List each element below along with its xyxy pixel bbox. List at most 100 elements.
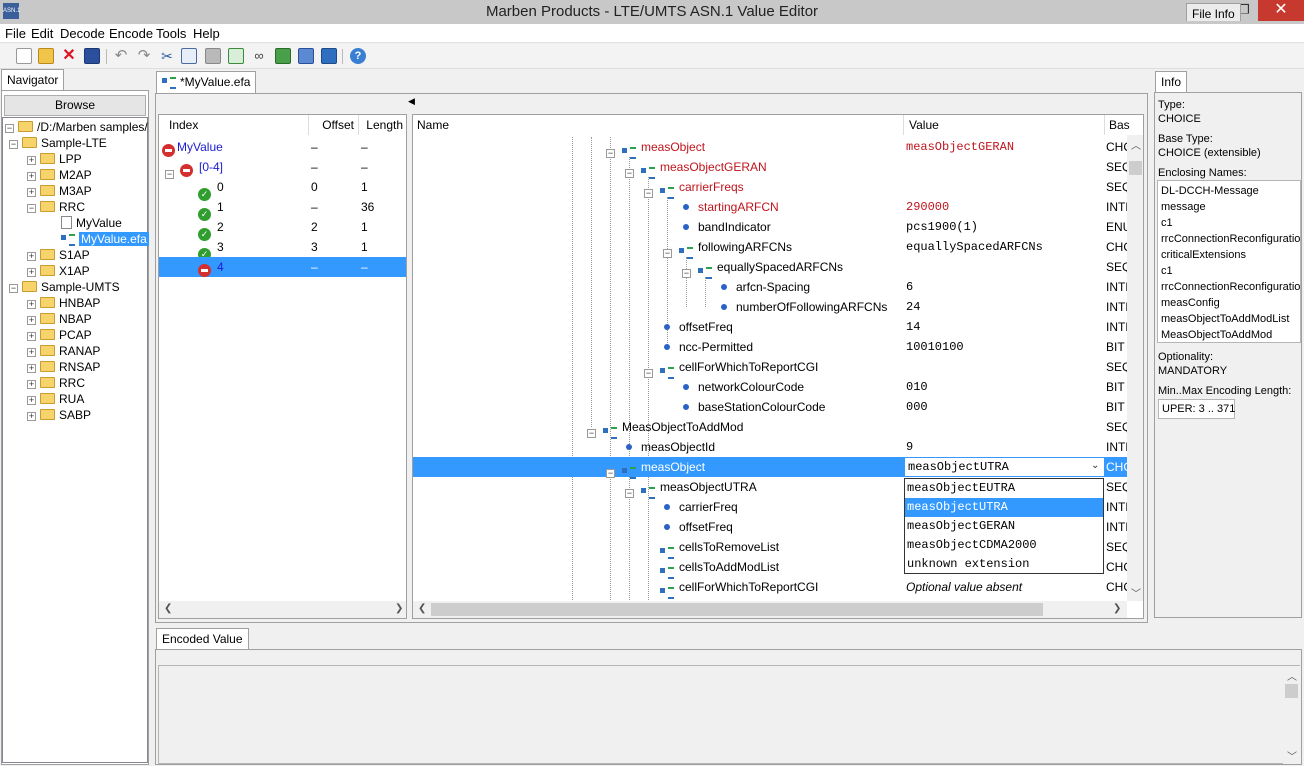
compare-icon[interactable] [321, 48, 337, 64]
encode-icon[interactable] [275, 48, 291, 64]
tab-myvalue-efa[interactable]: *MyValue.efa [156, 71, 257, 93]
index-row[interactable]: ✓ 3 3 1 [159, 237, 406, 261]
tree-rrc-lte[interactable]: − RRC [27, 199, 85, 215]
expand-icon[interactable]: + [27, 300, 36, 309]
expand-icon[interactable]: + [27, 380, 36, 389]
save-icon[interactable] [84, 48, 100, 64]
redo-icon[interactable]: ↷ [136, 48, 152, 64]
tree-row[interactable]: − cellForWhichToReportCGI SEQ [413, 357, 1143, 379]
tree-row[interactable]: ncc-Permitted 10010100 BIT S [413, 337, 1143, 357]
tab-file-info[interactable]: File Info [1186, 3, 1241, 21]
index-row-selected[interactable]: 4 – – [159, 257, 406, 277]
expand-icon[interactable]: + [27, 156, 36, 165]
index-row[interactable]: MyValue – – [159, 137, 406, 157]
scroll-left-icon[interactable]: ❮ [418, 603, 426, 614]
expand-icon[interactable]: + [27, 172, 36, 181]
tree-row[interactable]: arfcn-Spacing 6 INTE [413, 277, 1143, 297]
index-row[interactable]: ✓ 1 – 36 [159, 197, 406, 221]
scroll-left-icon[interactable]: ❮ [164, 603, 172, 614]
tree-row[interactable]: − measObject measObjectGERAN CHC [413, 137, 1143, 159]
dropdown-option[interactable]: measObjectGERAN [905, 517, 1103, 536]
scroll-up-icon[interactable]: ︿ [1287, 668, 1297, 683]
cut-icon[interactable]: ✂ [159, 48, 175, 64]
tree-nbap[interactable]: + NBAP [27, 311, 92, 327]
tree-rrc-umts[interactable]: + RRC [27, 375, 85, 391]
expand-icon[interactable]: + [27, 316, 36, 325]
scroll-right-icon[interactable]: ❯ [395, 603, 403, 614]
collapse-icon[interactable]: − [27, 204, 36, 213]
expand-icon[interactable]: + [27, 252, 36, 261]
tree-myvalue[interactable]: MyValue [61, 215, 122, 231]
expand-icon[interactable]: + [27, 332, 36, 341]
index-horizontal-scrollbar[interactable]: ❮ ❯ [159, 601, 406, 618]
tab-info[interactable]: Info [1155, 71, 1188, 92]
tree-row[interactable]: bandIndicator pcs1900(1) ENU [413, 217, 1143, 237]
tree-row[interactable]: − followingARFCNs equallySpacedARFCNs CH… [413, 237, 1143, 259]
tree-row[interactable]: − MeasObjectToAddMod SEQ [413, 417, 1143, 439]
menu-file[interactable]: File [5, 25, 26, 42]
tree-m3ap[interactable]: + M3AP [27, 183, 92, 199]
expand-icon[interactable]: + [27, 188, 36, 197]
collapse-icon[interactable]: − [5, 124, 14, 133]
enclosing-names-list[interactable]: DL-DCCH-Message message c1 rrcConnection… [1157, 180, 1301, 343]
scroll-thumb[interactable] [1129, 161, 1142, 175]
index-row[interactable]: ✓ 2 2 1 [159, 217, 406, 241]
scroll-thumb[interactable] [431, 603, 1043, 616]
tree-row[interactable]: − equallySpacedARFCNs SEQ [413, 257, 1143, 279]
encoded-vertical-scrollbar[interactable]: ︿ ﹀ [1283, 666, 1300, 764]
scroll-right-icon[interactable]: ❯ [1113, 603, 1121, 614]
help-icon[interactable]: ? [350, 48, 366, 64]
chevron-down-icon[interactable]: ⌄ [1091, 460, 1099, 471]
index-row[interactable]: ✓ 0 0 1 [159, 177, 406, 201]
offset-column-header[interactable]: Offset [309, 115, 359, 135]
tree-row[interactable]: measObjectId 9 INTE [413, 437, 1143, 457]
encoded-value-area[interactable]: ︿ ﹀ [158, 665, 1300, 764]
expand-icon[interactable]: + [27, 412, 36, 421]
dropdown-option-selected[interactable]: measObjectUTRA [905, 498, 1103, 517]
expand-icon[interactable]: + [27, 364, 36, 373]
close-button[interactable]: ✕ [1258, 0, 1304, 21]
tree-rua[interactable]: + RUA [27, 391, 84, 407]
tree-hnbap[interactable]: + HNBAP [27, 295, 100, 311]
tree-s1ap[interactable]: + S1AP [27, 247, 90, 263]
tree-lpp[interactable]: + LPP [27, 151, 82, 167]
dropdown-option[interactable]: measObjectEUTRA [905, 479, 1103, 498]
menu-encode[interactable]: Encode [109, 25, 153, 42]
splitter-arrow-icon[interactable]: ◀ [408, 96, 415, 106]
copy-icon[interactable] [181, 48, 197, 64]
dropdown-option[interactable]: measObjectCDMA2000 [905, 536, 1103, 555]
menu-help[interactable]: Help [193, 25, 220, 42]
name-column-header[interactable]: Name [413, 115, 904, 135]
index-column-header[interactable]: Index [159, 115, 309, 135]
tree-row[interactable]: numberOfFollowingARFCNs 24 INTE [413, 297, 1143, 317]
tree-rnsap[interactable]: + RNSAP [27, 359, 100, 375]
tree-sabp[interactable]: + SABP [27, 407, 91, 423]
menu-decode[interactable]: Decode [60, 25, 105, 42]
tree-root[interactable]: −/D:/Marben samples/ [5, 119, 148, 135]
tree-x1ap[interactable]: + X1AP [27, 263, 90, 279]
base-column-header[interactable]: Bas [1105, 115, 1143, 135]
expand-icon[interactable]: + [27, 396, 36, 405]
expand-icon[interactable]: + [27, 268, 36, 277]
tree-row[interactable]: − measObjectGERAN SEQ [413, 157, 1143, 179]
tree-row[interactable]: cellForWhichToReportCGI Optional value a… [413, 577, 1143, 599]
undo-icon[interactable]: ↶ [113, 48, 129, 64]
menu-edit[interactable]: Edit [31, 25, 53, 42]
tree-vertical-scrollbar[interactable]: ︿ ﹀ [1127, 135, 1143, 601]
tree-ranap[interactable]: + RANAP [27, 343, 100, 359]
dropdown-option[interactable]: unknown extension [905, 555, 1103, 574]
tree-row[interactable]: startingARFCN 290000 INTE [413, 197, 1143, 217]
scroll-up-icon[interactable]: ︿ [1131, 137, 1141, 152]
tree-myvalue-efa[interactable]: MyValue.efa [61, 231, 149, 247]
tree-pcap[interactable]: + PCAP [27, 327, 92, 343]
open-icon[interactable] [38, 48, 54, 64]
index-row[interactable]: − [0-4] – – [159, 157, 406, 179]
delete-icon[interactable]: ✕ [61, 48, 77, 64]
tree-m2ap[interactable]: + M2AP [27, 167, 92, 183]
collapse-icon[interactable]: − [9, 284, 18, 293]
scroll-thumb[interactable] [1285, 684, 1298, 698]
export-icon[interactable] [228, 48, 244, 64]
tab-navigator[interactable]: Navigator [1, 69, 65, 91]
tree-sample-umts[interactable]: − Sample-UMTS [9, 279, 120, 295]
menu-tools[interactable]: Tools [156, 25, 186, 42]
